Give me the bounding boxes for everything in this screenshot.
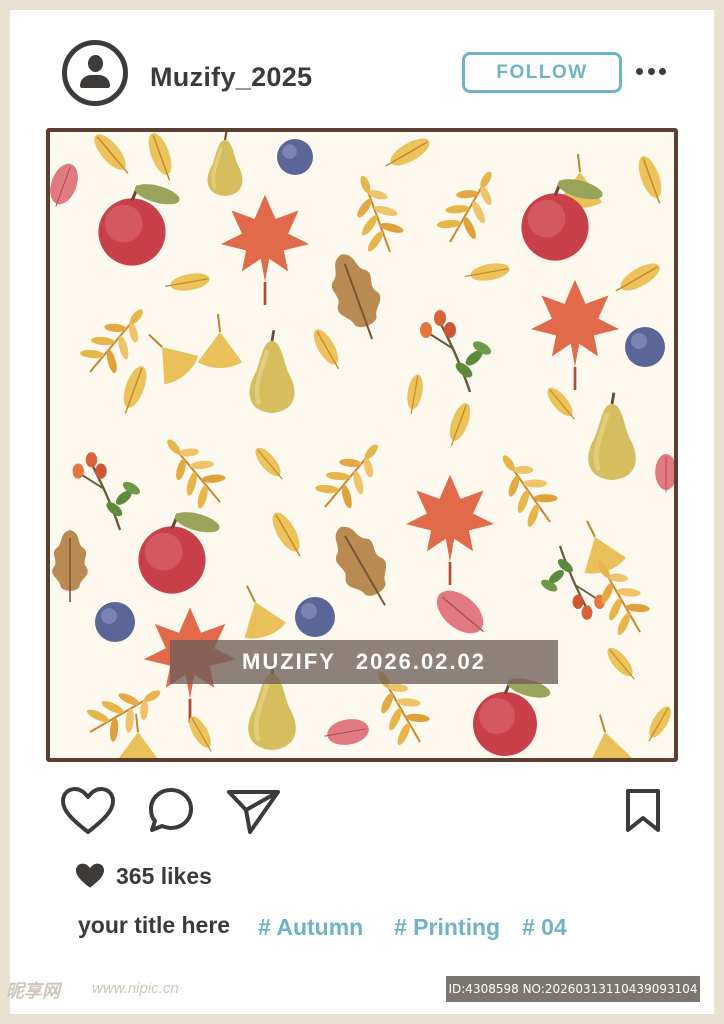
send-icon[interactable]	[226, 788, 282, 836]
site-logo: 昵享网	[6, 981, 60, 1001]
hashtag-printing[interactable]: # Printing	[394, 914, 500, 941]
post-card: Muzify_2025 FOLLOW MUZIFY 2026.02.02 365…	[10, 10, 714, 1014]
watermark-brand: MUZIFY	[242, 649, 336, 674]
heart-filled-icon	[76, 863, 104, 888]
avatar-head	[88, 55, 103, 72]
avatar-shoulders	[80, 75, 110, 88]
more-dots-icon[interactable]	[636, 66, 666, 76]
bookmark-icon[interactable]	[624, 788, 662, 834]
image-watermark: MUZIFY 2026.02.02	[170, 640, 558, 684]
heart-outline-icon[interactable]	[60, 786, 116, 836]
hashtag-autumn[interactable]: # Autumn	[258, 914, 363, 941]
likes-row[interactable]: 365 likes	[74, 862, 212, 890]
username[interactable]: Muzify_2025	[150, 62, 312, 93]
post-caption: your title here	[78, 912, 231, 938]
comment-icon[interactable]	[146, 786, 196, 836]
post-image[interactable]: MUZIFY 2026.02.02	[46, 128, 678, 762]
watermark-date: 2026.02.02	[355, 649, 486, 674]
hashtag-04[interactable]: # 04	[522, 914, 567, 941]
image-id-label: ID:4308598 NO:20260313110439093104	[446, 976, 700, 1002]
site-url: www.nipic.cn	[92, 980, 179, 997]
likes-count: 365 likes	[116, 862, 212, 889]
avatar[interactable]	[62, 40, 128, 106]
follow-button[interactable]: FOLLOW	[462, 52, 622, 93]
